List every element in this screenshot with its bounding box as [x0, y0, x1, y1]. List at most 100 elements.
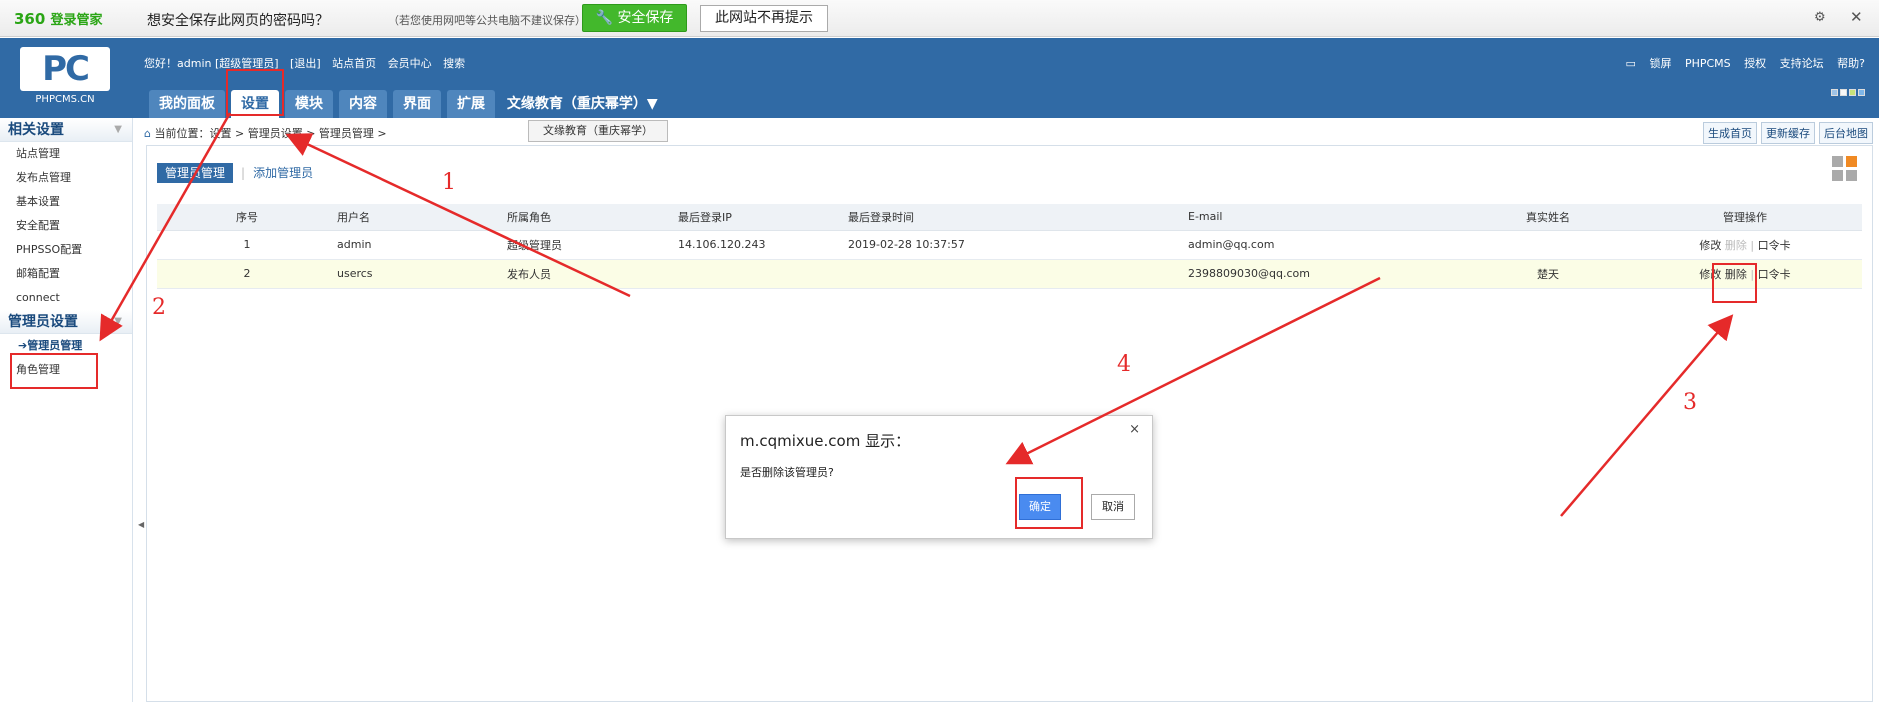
cell-id: 1 — [157, 230, 337, 260]
site-selector[interactable]: 文缘教育（重庆幂学）▼ — [507, 93, 658, 113]
skin-white[interactable] — [1840, 89, 1847, 96]
col-last-ip: 最后登录IP — [678, 204, 848, 231]
skin-switcher[interactable] — [1829, 85, 1865, 99]
step-number-3: 3 — [1683, 390, 1697, 415]
lock-screen-label: 锁屏 — [1649, 57, 1672, 70]
cell-email: admin@qq.com — [1188, 230, 1468, 260]
highlight-ok-button — [1015, 477, 1083, 529]
sidebar-item-sites[interactable]: 站点管理 — [0, 142, 132, 166]
sub-tabs: 管理员管理 | 添加管理员 — [157, 163, 313, 183]
cell-role: 超级管理员 — [507, 230, 678, 260]
top-right-links: ▭ 锁屏 PHPCMS 授权 支持论坛 帮助? — [1606, 55, 1865, 71]
cell-actions: 修改 删除 | 口令卡 — [1628, 230, 1862, 260]
token-card-link[interactable]: 口令卡 — [1758, 268, 1791, 281]
backend-map-button[interactable]: 后台地图 — [1819, 122, 1873, 144]
logout-link[interactable]: [退出] — [290, 57, 321, 70]
sidebar-item-label: 管理员管理 — [27, 339, 83, 352]
edit-link[interactable]: 修改 — [1699, 239, 1721, 252]
tab-extend[interactable]: 扩展 — [447, 90, 495, 118]
sidebar-section-related[interactable]: 相关设置 ▼ — [0, 118, 132, 142]
step-number-4: 4 — [1117, 352, 1131, 377]
skin-green[interactable] — [1849, 89, 1856, 96]
generate-home-button[interactable]: 生成首页 — [1703, 122, 1757, 144]
tab-interface[interactable]: 界面 — [393, 90, 441, 118]
home-icon[interactable]: ⌂ — [144, 127, 151, 140]
highlight-delete-link — [1712, 263, 1757, 303]
logo-mark: PC — [20, 47, 110, 91]
cell-username: usercs — [337, 259, 507, 289]
col-email: E-mail — [1188, 204, 1468, 231]
license-link[interactable]: 授权 — [1744, 57, 1766, 70]
never-prompt-button[interactable]: 此网站不再提示 — [700, 5, 828, 32]
sidebar-section-admin[interactable]: 管理员设置 ▼ — [0, 310, 132, 334]
dialog-message: 是否删除该管理员? — [740, 466, 834, 479]
update-cache-button[interactable]: 更新缓存 — [1761, 122, 1815, 144]
col-actions: 管理操作 — [1628, 204, 1862, 231]
chevron-down-icon: ▼ — [114, 316, 122, 327]
sidebar-item-phpsso[interactable]: PHPSSO配置 — [0, 238, 132, 262]
site-home-link[interactable]: 站点首页 — [332, 57, 376, 70]
cell-ip — [678, 259, 848, 289]
cell-role: 发布人员 — [507, 259, 678, 289]
monitor-icon: ▭ — [1625, 57, 1636, 70]
safe-save-button[interactable]: 🔧 安全保存 — [582, 4, 687, 32]
sidebar-item-security[interactable]: 安全配置 — [0, 214, 132, 238]
safe-save-label: 安全保存 — [617, 10, 674, 26]
skin-lightblue[interactable] — [1858, 89, 1865, 96]
grid-cell — [1832, 156, 1843, 167]
grid-layout-icon[interactable] — [1832, 156, 1858, 182]
close-icon[interactable]: × — [1129, 422, 1140, 437]
user-line: 您好！admin [超级管理员] [退出] 站点首页 会员中心 搜索 — [144, 55, 473, 71]
grid-cell — [1846, 170, 1857, 181]
col-role: 所属角色 — [507, 204, 678, 231]
sidebar-item-release-points[interactable]: 发布点管理 — [0, 166, 132, 190]
admin-table: 序号 用户名 所属角色 最后登录IP 最后登录时间 E-mail 真实姓名 管理… — [157, 204, 1862, 289]
table-row: 1 admin 超级管理员 14.106.120.243 2019-02-28 … — [157, 230, 1862, 260]
sidebar-item-mail[interactable]: 邮箱配置 — [0, 262, 132, 286]
breadcrumb: ⌂ 当前位置：设置 > 管理员设置 > 管理员管理 > — [144, 125, 387, 141]
tab-admin-manage[interactable]: 管理员管理 — [157, 163, 234, 183]
highlight-settings-tab — [226, 69, 284, 116]
action-separator: | — [1750, 238, 1755, 252]
confirm-cancel-button[interactable]: 取消 — [1091, 494, 1135, 520]
collapse-sidebar-icon[interactable]: ◀ — [138, 520, 144, 529]
phpcms-link[interactable]: PHPCMS — [1685, 57, 1731, 70]
confirm-dialog: m.cqmixue.com 显示： × 是否删除该管理员? 确定 取消 — [725, 415, 1153, 539]
tab-content[interactable]: 内容 — [339, 90, 387, 118]
help-link[interactable]: 帮助? — [1837, 57, 1865, 70]
table-row: 2 usercs 发布人员 2398809030@qq.com 楚天 修改 删除… — [157, 259, 1862, 289]
section-label: 相关设置 — [8, 122, 64, 138]
phpcms-logo[interactable]: PC PHPCMS.CN — [20, 47, 110, 107]
col-id: 序号 — [157, 204, 337, 231]
cell-ip: 14.106.120.243 — [678, 230, 848, 260]
tab-modules[interactable]: 模块 — [285, 90, 333, 118]
member-center-link[interactable]: 会员中心 — [388, 57, 432, 70]
cell-realname: 楚天 — [1468, 259, 1628, 289]
tab-my-panel[interactable]: 我的面板 — [149, 90, 225, 118]
chevron-down-icon: ▼ — [114, 124, 122, 135]
save-question: 想安全保存此网页的密码吗？ — [147, 13, 329, 29]
step-number-1: 1 — [442, 170, 456, 195]
token-card-link[interactable]: 口令卡 — [1758, 239, 1791, 252]
cell-id: 2 — [157, 259, 337, 289]
lock-screen-link[interactable]: ▭ 锁屏 — [1616, 57, 1672, 70]
logo-sub: PHPCMS.CN — [35, 94, 95, 105]
forum-link[interactable]: 支持论坛 — [1780, 57, 1824, 70]
sidebar-item-connect[interactable]: connect — [0, 286, 132, 310]
password-save-bar: 360 登录管家 想安全保存此网页的密码吗？ （若您使用网吧等公共电脑不建议保存… — [0, 0, 1879, 37]
cell-realname — [1468, 230, 1628, 260]
cell-username: admin — [337, 230, 507, 260]
col-last-time: 最后登录时间 — [848, 204, 1188, 231]
sidebar-item-basic[interactable]: 基本设置 — [0, 190, 132, 214]
grid-cell — [1832, 170, 1843, 181]
tab-add-admin[interactable]: 添加管理员 — [253, 166, 313, 180]
close-icon[interactable]: ✕ — [1850, 8, 1863, 26]
arrow-right-icon: ➔ — [18, 339, 28, 352]
brand-sub-text: 登录管家 — [50, 13, 103, 28]
360-logo: 360 登录管家 — [14, 9, 103, 28]
gear-icon[interactable]: ⚙ — [1814, 10, 1826, 25]
save-note: （若您使用网吧等公共电脑不建议保存） — [388, 14, 586, 27]
skin-blue[interactable] — [1831, 89, 1838, 96]
search-link[interactable]: 搜索 — [443, 57, 465, 70]
wrench-icon: 🔧 — [595, 10, 613, 26]
